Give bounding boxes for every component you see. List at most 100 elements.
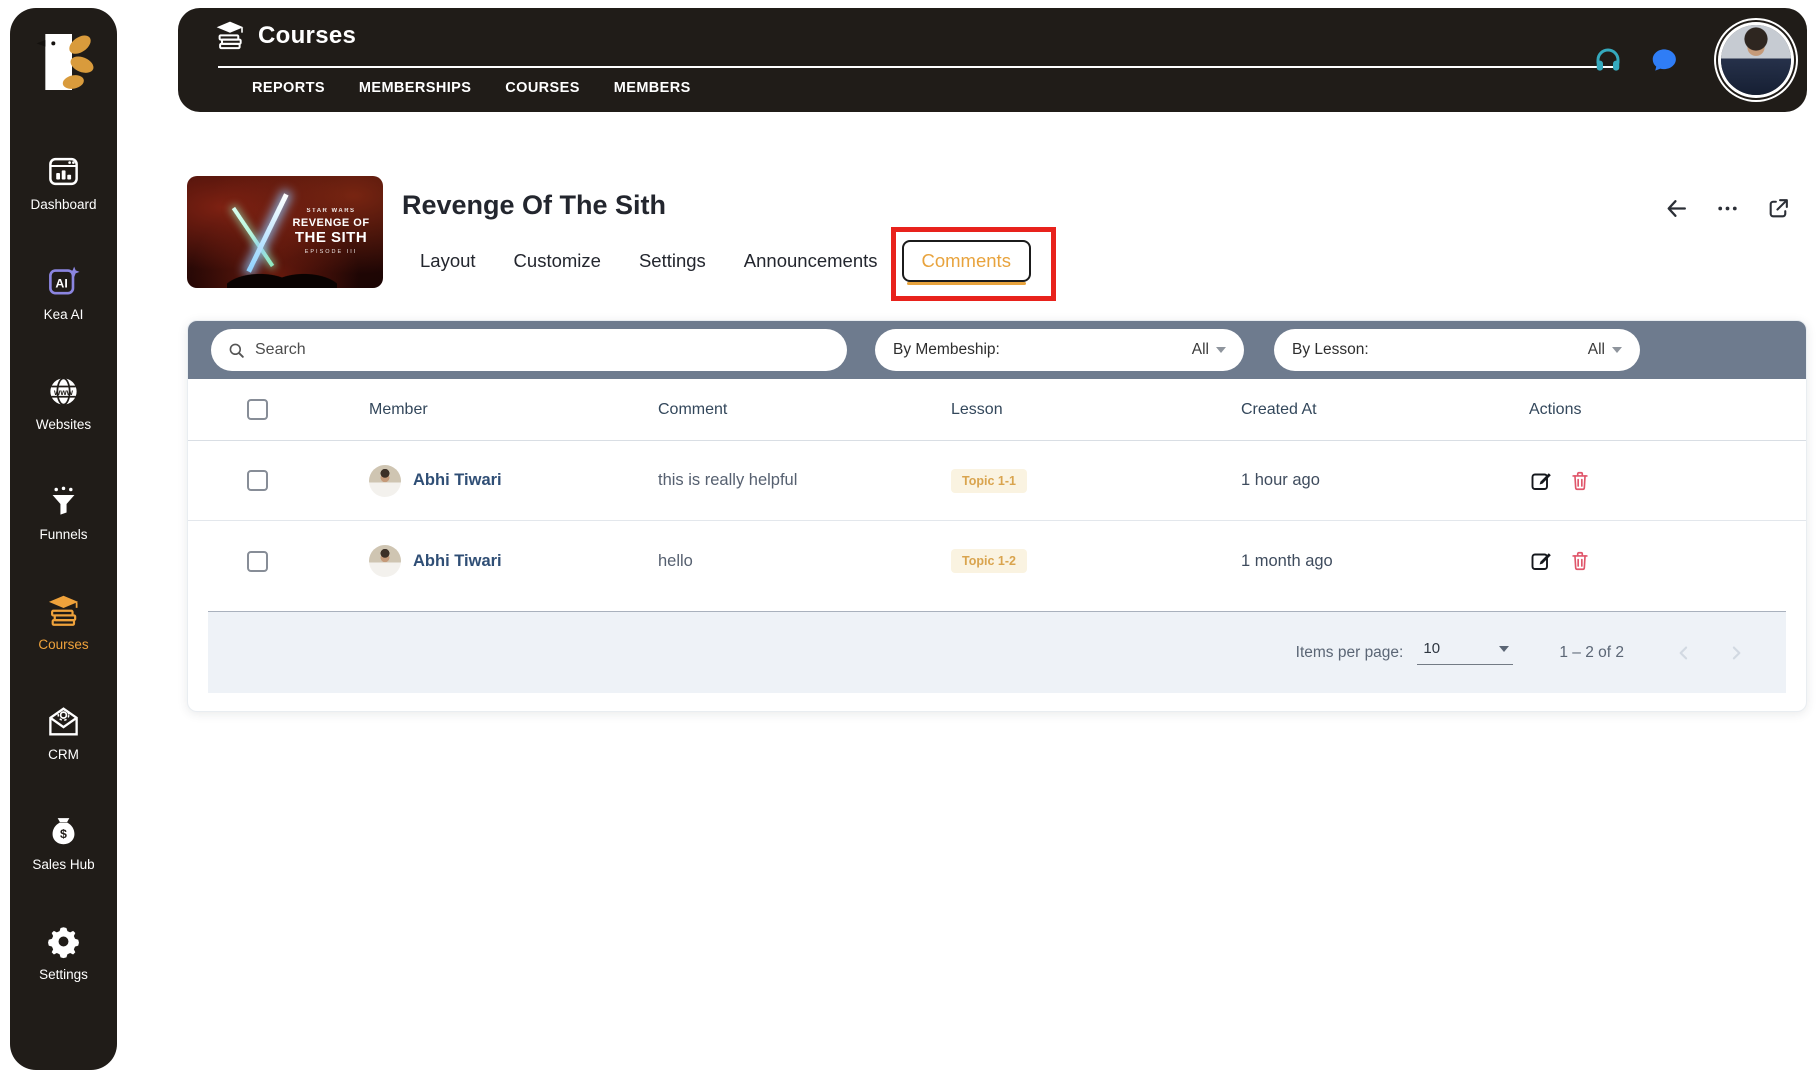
- column-created-at: Created At: [1241, 400, 1317, 418]
- sidebar-item-dashboard[interactable]: Dashboard: [10, 154, 117, 212]
- column-lesson: Lesson: [951, 400, 1003, 418]
- lesson-filter-label: By Lesson:: [1292, 341, 1369, 358]
- poster-line4: EPISODE III: [304, 249, 358, 255]
- lesson-badge: Topic 1-2: [951, 549, 1027, 573]
- course-title: Revenge Of The Sith: [402, 190, 667, 220]
- comments-panel: By Membeship: All By Lesson: All Member …: [187, 320, 1807, 712]
- member-avatar: [369, 545, 401, 577]
- membership-filter-label: By Membeship:: [893, 341, 1000, 358]
- back-arrow-icon[interactable]: [1664, 196, 1689, 221]
- pagination-controls: [1674, 643, 1746, 663]
- tab-announcements[interactable]: Announcements: [744, 250, 878, 272]
- sidebar-nav: Dashboard AI Kea AI www Websites Funnels…: [10, 154, 117, 982]
- nav-memberships[interactable]: MEMBERSHIPS: [359, 80, 471, 96]
- user-avatar[interactable]: [1721, 25, 1791, 95]
- row-checkbox[interactable]: [247, 550, 268, 572]
- kea-ai-icon: AI: [49, 266, 80, 295]
- items-per-page-select[interactable]: 10: [1417, 640, 1514, 665]
- course-header-actions: [1664, 196, 1791, 221]
- nav-members[interactable]: MEMBERS: [614, 80, 691, 96]
- app-window: Dashboard AI Kea AI www Websites Funnels…: [0, 0, 1817, 1077]
- previous-page-icon[interactable]: [1674, 643, 1694, 663]
- svg-text:www: www: [53, 388, 74, 397]
- globe-icon: www: [50, 377, 77, 406]
- nav-reports[interactable]: REPORTS: [252, 80, 325, 96]
- comment-text: this is really helpful: [658, 471, 798, 489]
- edit-icon[interactable]: [1529, 469, 1553, 493]
- nav-courses[interactable]: COURSES: [505, 80, 580, 96]
- sidebar-item-kea-ai[interactable]: AI Kea AI: [10, 264, 117, 322]
- poster-silhouettes: [227, 254, 337, 288]
- sidebar-item-funnels[interactable]: Funnels: [10, 484, 117, 542]
- sidebar-item-crm[interactable]: CRM: [10, 704, 117, 762]
- items-per-page-value: 10: [1423, 640, 1441, 657]
- header-divider: [218, 66, 1618, 68]
- column-comment: Comment: [658, 400, 728, 418]
- more-options-icon[interactable]: [1715, 196, 1740, 221]
- page-title: Courses: [258, 22, 357, 49]
- lesson-filter-dropdown[interactable]: By Lesson: All: [1274, 329, 1640, 371]
- created-at-text: 1 hour ago: [1241, 471, 1320, 489]
- edit-icon[interactable]: [1529, 549, 1553, 573]
- table-row: Abhi Tiwari hello Topic 1-2 1 month ago: [188, 521, 1806, 601]
- delete-icon[interactable]: [1569, 470, 1591, 492]
- sidebar: Dashboard AI Kea AI www Websites Funnels…: [10, 8, 117, 1070]
- next-page-icon[interactable]: [1726, 643, 1746, 663]
- member-name[interactable]: Abhi Tiwari: [413, 552, 502, 571]
- search-icon: [229, 343, 244, 358]
- table-row: Abhi Tiwari this is really helpful Topic…: [188, 441, 1806, 521]
- search-input[interactable]: [255, 341, 831, 359]
- sidebar-item-label: Settings: [39, 967, 88, 982]
- lesson-badge: Topic 1-1: [951, 468, 1027, 493]
- row-checkbox[interactable]: [247, 470, 268, 491]
- tab-layout[interactable]: Layout: [420, 250, 476, 272]
- table-header: Member Comment Lesson Created At Actions: [188, 379, 1806, 441]
- sidebar-item-label: Sales Hub: [32, 857, 95, 872]
- courses-icon: [48, 595, 79, 626]
- gear-icon: [48, 927, 79, 959]
- open-external-icon[interactable]: [1766, 196, 1791, 221]
- created-at-text: 1 month ago: [1241, 551, 1333, 570]
- chevron-down-icon: [1216, 347, 1226, 353]
- kea-logo-icon: [36, 34, 93, 90]
- sidebar-item-settings[interactable]: Settings: [10, 924, 117, 982]
- member-name[interactable]: Abhi Tiwari: [413, 471, 502, 490]
- chevron-down-icon: [1612, 347, 1622, 353]
- svg-text:$: $: [60, 827, 67, 841]
- select-all-checkbox[interactable]: [247, 399, 268, 420]
- sidebar-item-label: Kea AI: [43, 307, 84, 322]
- header-title-row: Courses: [214, 20, 356, 52]
- column-member: Member: [369, 400, 428, 418]
- lesson-filter-value: All: [1587, 341, 1605, 358]
- membership-filter-value: All: [1191, 341, 1209, 358]
- sidebar-item-sales-hub[interactable]: $ Sales Hub: [10, 814, 117, 872]
- column-actions: Actions: [1529, 400, 1582, 418]
- membership-filter-dropdown[interactable]: By Membeship: All: [875, 329, 1244, 371]
- chevron-down-icon: [1499, 645, 1510, 652]
- poster-line2: REVENGE OF: [292, 217, 370, 229]
- dashboard-icon: [49, 157, 78, 186]
- sidebar-item-websites[interactable]: www Websites: [10, 374, 117, 432]
- sidebar-item-courses[interactable]: Courses: [10, 594, 117, 652]
- delete-icon[interactable]: [1569, 550, 1591, 572]
- tab-customize[interactable]: Customize: [514, 250, 601, 272]
- course-tabs: Layout Customize Settings Announcements …: [420, 227, 1057, 301]
- tab-settings[interactable]: Settings: [639, 250, 706, 272]
- poster-line3: THE SITH: [294, 229, 368, 246]
- table-footer: Items per page: 10 1 – 2 of 2: [208, 611, 1786, 693]
- headset-icon[interactable]: [1593, 45, 1623, 75]
- sidebar-item-label: Dashboard: [30, 197, 97, 212]
- filter-bar: By Membeship: All By Lesson: All: [188, 321, 1806, 379]
- course-thumbnail: STAR WARS REVENGE OF THE SITH EPISODE II…: [187, 176, 383, 288]
- sidebar-item-label: Funnels: [39, 527, 88, 542]
- money-bag-icon: $: [52, 818, 75, 845]
- sidebar-item-label: Websites: [35, 417, 92, 432]
- chat-icon[interactable]: [1649, 45, 1679, 75]
- tab-comments-active[interactable]: Comments: [890, 227, 1057, 301]
- poster-line1: STAR WARS: [306, 208, 356, 214]
- funnel-icon: [52, 486, 75, 515]
- sidebar-item-label: Courses: [38, 637, 89, 652]
- courses-header-icon: [216, 21, 244, 50]
- svg-text:AI: AI: [55, 276, 67, 290]
- pagination-range: 1 – 2 of 2: [1559, 643, 1624, 661]
